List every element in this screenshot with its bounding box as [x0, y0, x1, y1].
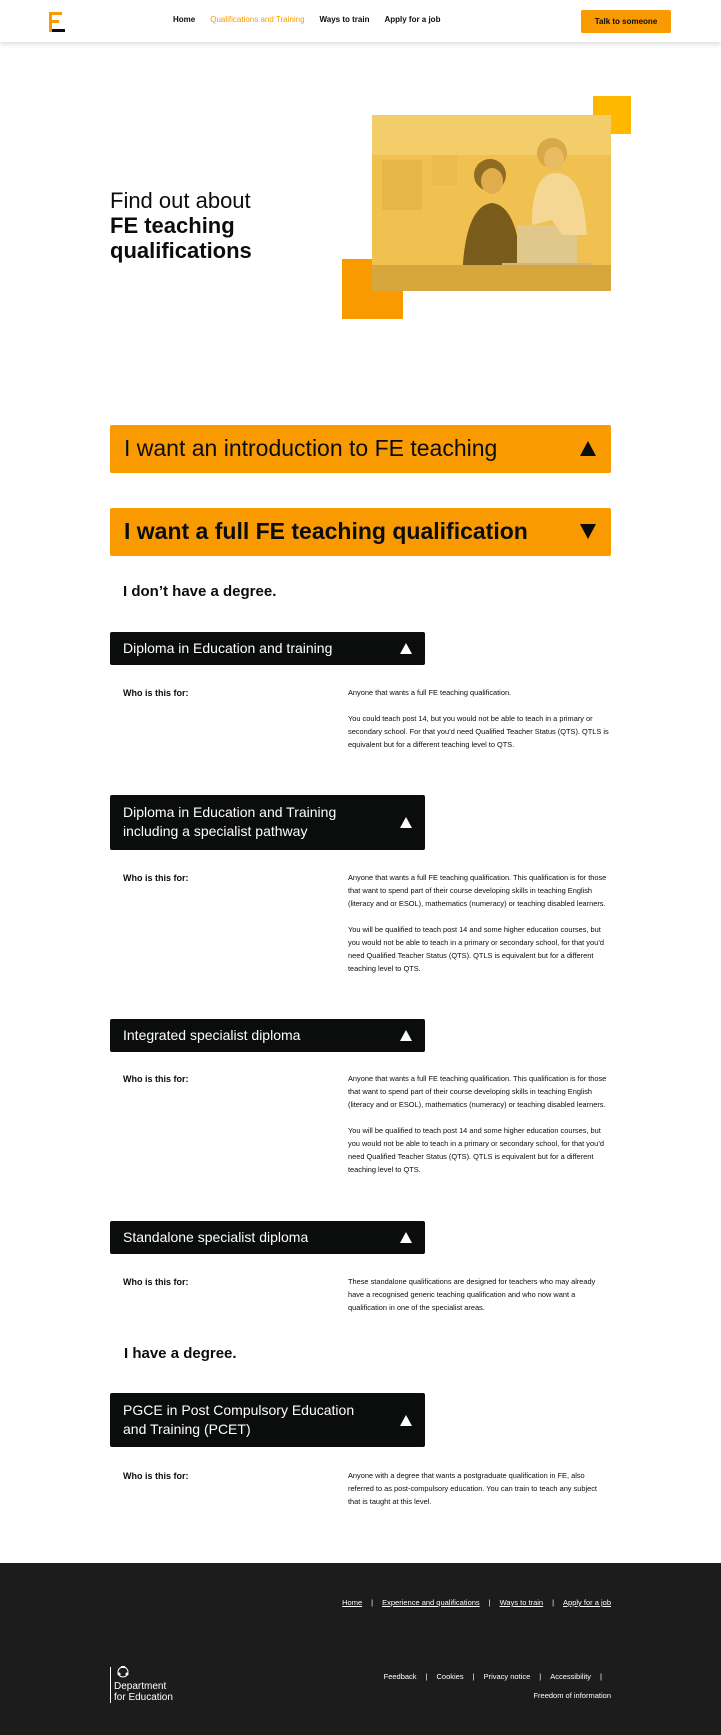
footer-meta-links: Feedback | Cookies | Privacy notice | Ac…: [384, 1672, 611, 1700]
triangle-up-icon: [400, 1030, 412, 1041]
qual-description: Anyone with a degree that wants a postgr…: [348, 1469, 610, 1521]
desc-para: Anyone with a degree that wants a postgr…: [348, 1471, 597, 1506]
accordion-full-qualification[interactable]: I want a full FE teaching qualification: [110, 508, 611, 556]
feedback-link[interactable]: Feedback: [384, 1672, 417, 1681]
footer-link-ways-to-train[interactable]: Ways to train: [500, 1598, 543, 1607]
no-degree-heading: I don’t have a degree.: [123, 583, 277, 600]
title-line-3: qualifications: [110, 238, 252, 263]
separator: |: [600, 1672, 602, 1681]
who-label: Who is this for:: [123, 1471, 189, 1481]
qual-accordion-specialist-pathway[interactable]: Diploma in Education and Training includ…: [110, 795, 425, 850]
qual-description: Anyone that wants a full FE teaching qua…: [348, 871, 610, 988]
qual-title: Diploma in Education and Training includ…: [123, 804, 337, 839]
hero-photo: [372, 115, 611, 291]
qual-title: Integrated specialist diploma: [123, 1027, 301, 1043]
royal-crest-icon: [117, 1666, 129, 1678]
qual-description: Anyone that wants a full FE teaching qua…: [348, 1072, 610, 1189]
footer-link-home[interactable]: Home: [342, 1598, 362, 1607]
title-line-1: Find out about: [110, 188, 251, 213]
desc-para: These standalone qualifications are desi…: [348, 1277, 596, 1312]
who-label: Who is this for:: [123, 1074, 189, 1084]
separator: |: [488, 1598, 491, 1607]
separator: |: [371, 1598, 374, 1607]
qual-title: Diploma in Education and training: [123, 640, 333, 656]
footer-link-apply[interactable]: Apply for a job: [563, 1598, 611, 1607]
desc-para: Anyone that wants a full FE teaching qua…: [348, 1074, 607, 1109]
separator: |: [425, 1672, 428, 1681]
nav-apply[interactable]: Apply for a job: [384, 15, 440, 24]
separator: |: [539, 1672, 542, 1681]
accessibility-link[interactable]: Accessibility: [550, 1672, 591, 1681]
nav-home[interactable]: Home: [173, 15, 195, 24]
who-label: Who is this for:: [123, 873, 189, 883]
triangle-down-icon: [580, 524, 596, 539]
talk-to-someone-button[interactable]: Talk to someone: [581, 10, 671, 33]
nav-qualifications[interactable]: Qualifications and Training: [210, 15, 304, 24]
triangle-up-icon: [400, 1415, 412, 1426]
separator: |: [552, 1598, 555, 1607]
dfe-name: Department for Education: [114, 1681, 194, 1703]
accordion-introduction[interactable]: I want an introduction to FE teaching: [110, 425, 611, 473]
triangle-up-icon: [400, 1232, 412, 1243]
footer-link-experience[interactable]: Experience and qualifications: [382, 1598, 480, 1607]
footer-nav: Home | Experience and qualifications | W…: [342, 1598, 611, 1607]
nav-ways-to-train[interactable]: Ways to train: [320, 15, 370, 24]
site-header: Home Qualifications and Training Ways to…: [0, 0, 721, 42]
dfe-logo[interactable]: Department for Education: [110, 1665, 190, 1705]
fe-logo[interactable]: [49, 12, 65, 32]
title-line-2: FE teaching: [110, 213, 235, 238]
desc-para: Anyone that wants a full FE teaching qua…: [348, 873, 607, 908]
qual-description: Anyone that wants a full FE teaching qua…: [348, 686, 610, 764]
qual-accordion-diploma[interactable]: Diploma in Education and training: [110, 632, 425, 665]
foi-link[interactable]: Freedom of information: [384, 1691, 611, 1700]
separator: |: [472, 1672, 475, 1681]
cookies-link[interactable]: Cookies: [437, 1672, 464, 1681]
desc-para: You could teach post 14, but you would n…: [348, 714, 609, 749]
accordion-full-qualification-label: I want a full FE teaching qualification: [124, 518, 528, 544]
qual-description: These standalone qualifications are desi…: [348, 1275, 610, 1327]
dfe-name-line-1: Department: [114, 1681, 167, 1692]
qual-accordion-pgce[interactable]: PGCE in Post Compulsory Education and Tr…: [110, 1393, 425, 1447]
page-title: Find out about FE teaching qualification…: [110, 188, 310, 263]
privacy-link[interactable]: Privacy notice: [484, 1672, 531, 1681]
desc-para: You will be qualified to teach post 14 a…: [348, 1126, 604, 1174]
main-nav: Home Qualifications and Training Ways to…: [173, 15, 455, 24]
accordion-introduction-label: I want an introduction to FE teaching: [124, 435, 498, 461]
desc-para: Anyone that wants a full FE teaching qua…: [348, 688, 512, 697]
triangle-up-icon: [400, 817, 412, 828]
desc-para: You will be qualified to teach post 14 a…: [348, 925, 604, 973]
triangle-up-icon: [400, 643, 412, 654]
qual-title: Standalone specialist diploma: [123, 1229, 309, 1245]
site-footer: Home | Experience and qualifications | W…: [0, 1563, 721, 1735]
dfe-name-line-2: for Education: [114, 1692, 173, 1703]
have-degree-heading: I have a degree.: [124, 1345, 237, 1362]
qual-accordion-integrated[interactable]: Integrated specialist diploma: [110, 1019, 425, 1052]
qual-title: PGCE in Post Compulsory Education and Tr…: [123, 1402, 355, 1437]
who-label: Who is this for:: [123, 1277, 189, 1287]
who-label: Who is this for:: [123, 688, 189, 698]
triangle-up-icon: [580, 441, 596, 456]
qual-accordion-standalone[interactable]: Standalone specialist diploma: [110, 1221, 425, 1254]
